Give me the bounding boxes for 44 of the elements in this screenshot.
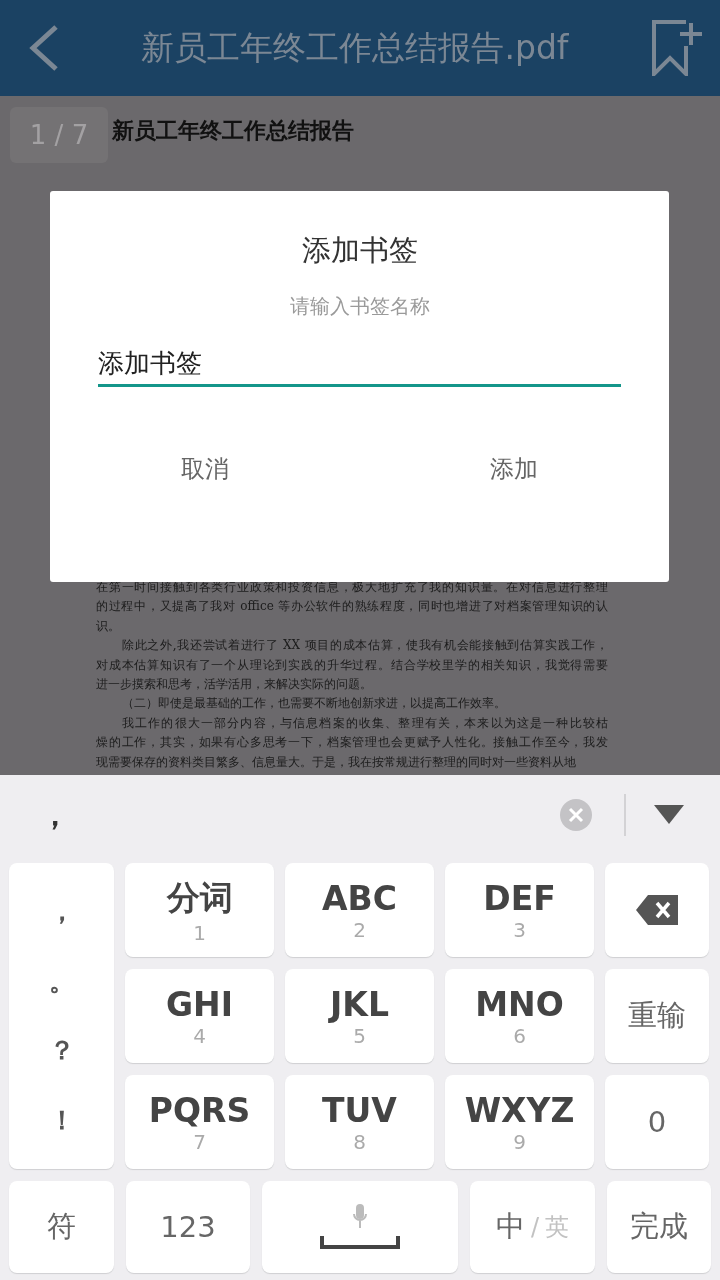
dialog-subtitle: 请输入书签名称	[289, 293, 430, 320]
keyboard-key[interactable]: WXYZ 9	[445, 1075, 594, 1169]
keyboard-key[interactable]: 完成	[607, 1181, 711, 1273]
collapse-icon[interactable]	[654, 805, 684, 825]
document-title: 新员工年终工作总结报告.pdf	[140, 26, 570, 69]
text-line: （二）即使是最基础的工作，也需要不断地创新求进，以提高工作效率。	[121, 695, 507, 713]
symbol-key[interactable]: ，	[48, 894, 75, 930]
keyboard-key[interactable]: TUV 8	[285, 1075, 434, 1169]
candidate-text[interactable]: ，	[40, 794, 560, 836]
space-icon	[320, 1236, 400, 1250]
keyboard-key[interactable]: 0	[605, 1075, 709, 1169]
dialog-button[interactable]: 添加	[359, 445, 669, 493]
keyboard-key[interactable]: ABC 2	[285, 863, 434, 957]
text-line: 对成本估算知识有了一个从理论到实践的升华过程。结合学校里学的相关知识，我觉得需要	[96, 656, 608, 674]
text-line: 识。	[96, 617, 121, 635]
keyboard-key[interactable]: GHI 4	[125, 969, 274, 1063]
keyboard-key[interactable]: PQRS 7	[125, 1075, 274, 1169]
keyboard-key[interactable]: DEF 3	[445, 863, 594, 957]
space-key[interactable]	[262, 1181, 458, 1273]
backspace-key[interactable]	[605, 863, 709, 957]
page-heading: 新员工年终工作总结报告	[112, 117, 355, 145]
text-line: 现需要保存的资料类目繁多、信息量大。于是，我在按常规进行整理的同时对一些资料从地	[96, 753, 577, 771]
bookmark-add-icon[interactable]	[650, 20, 704, 76]
text-line: 燥的工作，其实，如果有心多思考一下，档案管理也会更赋予人性化。接触工作至今，我发	[96, 734, 608, 752]
keyboard-key[interactable]: 123	[126, 1181, 250, 1273]
keyboard-key[interactable]: 分词 1	[125, 863, 274, 957]
keyboard-key[interactable]: 重输	[605, 969, 709, 1063]
dialog-button[interactable]: 取消	[50, 445, 360, 493]
keyboard-key[interactable]: JKL 5	[285, 969, 434, 1063]
text-line: 除此之外,我还尝试着进行了 XX 项目的成本估算，使我有机会能接触到估算实践工作，	[121, 637, 608, 655]
text-line: 的过程中，又提高了我对 office 等办公软件的熟练程度，同时也增进了对档案管理知识的认	[96, 598, 608, 616]
microphone-icon	[353, 1204, 367, 1228]
input-field[interactable]: 添加书签	[98, 348, 621, 387]
dialog-title: 添加书签	[301, 232, 418, 269]
language-key[interactable]: 中 / 英	[470, 1181, 595, 1273]
symbol-key[interactable]: ！	[48, 1102, 75, 1138]
symbol-key[interactable]: ？	[48, 1033, 75, 1069]
back-icon[interactable]	[28, 24, 60, 72]
keyboard-key[interactable]: 符	[9, 1181, 114, 1273]
symbol-key[interactable]: 。	[48, 963, 75, 999]
text-line: 我工作的很大一部分内容，与信息档案的收集、整理有关，本来以为这是一种比较枯	[121, 714, 608, 732]
backspace-icon	[636, 895, 678, 925]
text-line: 进一步摸索和思考，活学活用，来解决实际的问题。	[96, 676, 373, 694]
keyboard-key[interactable]: MNO 6	[445, 969, 594, 1063]
